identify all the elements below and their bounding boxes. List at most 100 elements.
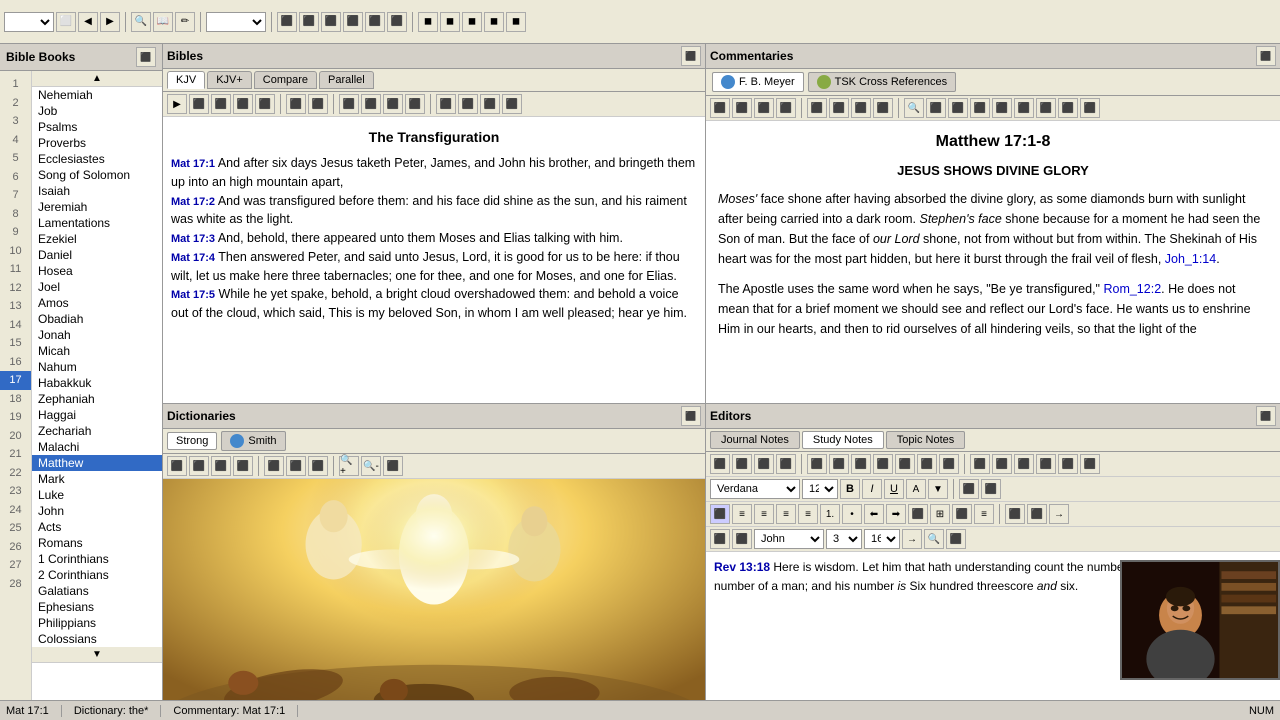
bible-btn-12[interactable]: ⬛ [458,94,478,114]
sidebar-item-mark[interactable]: Mark [32,471,162,487]
comm-btn-14[interactable]: ⬛ [1036,98,1056,118]
bible-btn-7[interactable]: ⬛ [339,94,359,114]
comm-btn-5[interactable]: ⬛ [807,98,827,118]
sidebar-item-2corinthians[interactable]: 2 Corinthians [32,567,162,583]
sidebar-item-nehemiah[interactable]: Nehemiah [32,87,162,103]
toolbar-btn-10[interactable]: ⬛ [387,12,407,32]
sidebar-item-ecclesiastes[interactable]: Ecclesiastes [32,151,162,167]
toolbar-btn-9[interactable]: ⬛ [365,12,385,32]
tab-topic[interactable]: Topic Notes [886,431,965,449]
ed-btn-4[interactable]: ⬛ [776,454,796,474]
tab-kjv[interactable]: KJV [167,71,205,89]
ed-btn-5[interactable]: ⬛ [807,454,827,474]
ed-btn-7[interactable]: ⬛ [851,454,871,474]
sidebar-item-acts[interactable]: Acts [32,519,162,535]
sidebar-item-obadiah[interactable]: Obadiah [32,311,162,327]
book-selector[interactable] [4,12,54,32]
bible-btn-1[interactable]: ⬛ [189,94,209,114]
comm-btn-10[interactable]: ⬛ [948,98,968,118]
bible-btn-13[interactable]: ⬛ [480,94,500,114]
sidebar-item-matthew[interactable]: Matthew [32,455,162,471]
ed-btn-x1[interactable]: ⬛ [1005,504,1025,524]
sidebar-scroll-down[interactable]: ▼ [32,647,162,663]
sidebar-item-ezekiel[interactable]: Ezekiel [32,231,162,247]
ed-btn-x2[interactable]: ⬛ [1027,504,1047,524]
bible-btn-11[interactable]: ⬛ [436,94,456,114]
comm-search[interactable]: 🔍 [904,98,924,118]
tab-study[interactable]: Study Notes [802,431,884,449]
verse-ref-mat175[interactable]: Mat 17:5 [171,289,215,301]
sidebar-scroll-up[interactable]: ▲ [32,71,162,87]
dict-btn-4[interactable]: ⬛ [233,456,253,476]
align-btn-1[interactable]: ⬛ [908,504,928,524]
sidebar-item-colossians[interactable]: Colossians [32,631,162,647]
toolbar-btn-3[interactable]: 📖 [153,12,173,32]
toolbar-btn-11[interactable]: ◼ [418,12,438,32]
toolbar-btn-13[interactable]: ◼ [462,12,482,32]
link-rom122[interactable]: Rom_12:2 [1103,282,1161,296]
tab-journal[interactable]: Journal Notes [710,431,800,449]
ed-nav-search[interactable]: 🔍 [924,529,944,549]
ed-style-1[interactable]: ⬛ [959,479,979,499]
toolbar-btn-14[interactable]: ◼ [484,12,504,32]
dict-btn-2[interactable]: ⬛ [189,456,209,476]
back-btn[interactable]: ◀ [78,12,98,32]
sidebar-item-zechariah[interactable]: Zechariah [32,423,162,439]
dict-btn-5[interactable]: ⬛ [264,456,284,476]
sidebar-item-isaiah[interactable]: Isaiah [32,183,162,199]
bible-btn-14[interactable]: ⬛ [502,94,522,114]
ed-btn-11[interactable]: ⬛ [939,454,959,474]
align-right[interactable]: ≡ [776,504,796,524]
sidebar-item-ephesians[interactable]: Ephesians [32,599,162,615]
ed-btn-12[interactable]: ⬛ [970,454,990,474]
ed-btn-14[interactable]: ⬛ [1014,454,1034,474]
indent-in[interactable]: ➡ [886,504,906,524]
sidebar-item-malachi[interactable]: Malachi [32,439,162,455]
bible-btn-2[interactable]: ⬛ [211,94,231,114]
sidebar-item-haggai[interactable]: Haggai [32,407,162,423]
sidebar-item-micah[interactable]: Micah [32,343,162,359]
ed-btn-3[interactable]: ⬛ [754,454,774,474]
sidebar-item-job[interactable]: Job [32,103,162,119]
toolbar-btn-1[interactable]: ⬜ [56,12,76,32]
sidebar-item-zephaniah[interactable]: Zephaniah [32,391,162,407]
ed-btn-9[interactable]: ⬛ [895,454,915,474]
ed-btn-1[interactable]: ⬛ [710,454,730,474]
comm-btn-13[interactable]: ⬛ [1014,98,1034,118]
dict-zoom-out[interactable]: 🔍- [361,456,381,476]
comm-btn-6[interactable]: ⬛ [829,98,849,118]
align-color-1[interactable]: ⬛ [710,504,730,524]
bible-btn-5[interactable]: ⬛ [286,94,306,114]
tab-fbmeyer[interactable]: F. B. Meyer [712,72,804,92]
sidebar-item-daniel[interactable]: Daniel [32,247,162,263]
ed-btn-16[interactable]: ⬛ [1058,454,1078,474]
ed-btn-6[interactable]: ⬛ [829,454,849,474]
toolbar-btn-7[interactable]: ⬛ [321,12,341,32]
comm-btn-3[interactable]: ⬛ [754,98,774,118]
table-btn[interactable]: ⊞ [930,504,950,524]
dict-btn-1[interactable]: ⬛ [167,456,187,476]
tab-strong[interactable]: Strong [167,432,217,450]
chapter-combo[interactable] [206,12,266,32]
color-btn[interactable]: ▼ [928,479,948,499]
bold-btn[interactable]: B [840,479,860,499]
sidebar-item-lamentations[interactable]: Lamentations [32,215,162,231]
align-btn-3[interactable]: ≡ [974,504,994,524]
sidebar-item-psalms[interactable]: Psalms [32,119,162,135]
ed-btn-8[interactable]: ⬛ [873,454,893,474]
ed-btn-10[interactable]: ⬛ [917,454,937,474]
ed-btn-x3[interactable]: → [1049,504,1069,524]
sidebar-item-luke[interactable]: Luke [32,487,162,503]
verse-ref-mat171[interactable]: Mat 17:1 [171,158,215,170]
sidebar-item-hosea[interactable]: Hosea [32,263,162,279]
toolbar-btn-2[interactable]: 🔍 [131,12,151,32]
tab-smith[interactable]: Smith [221,431,285,451]
dict-btn-3[interactable]: ⬛ [211,456,231,476]
bible-btn-6[interactable]: ⬛ [308,94,328,114]
sidebar-item-habakkuk[interactable]: Habakkuk [32,375,162,391]
comm-btn-8[interactable]: ⬛ [873,98,893,118]
sidebar-item-1corinthians[interactable]: 1 Corinthians [32,551,162,567]
bible-btn-9[interactable]: ⬛ [383,94,403,114]
bible-btn-3[interactable]: ⬛ [233,94,253,114]
verse-ref-mat173[interactable]: Mat 17:3 [171,233,215,245]
